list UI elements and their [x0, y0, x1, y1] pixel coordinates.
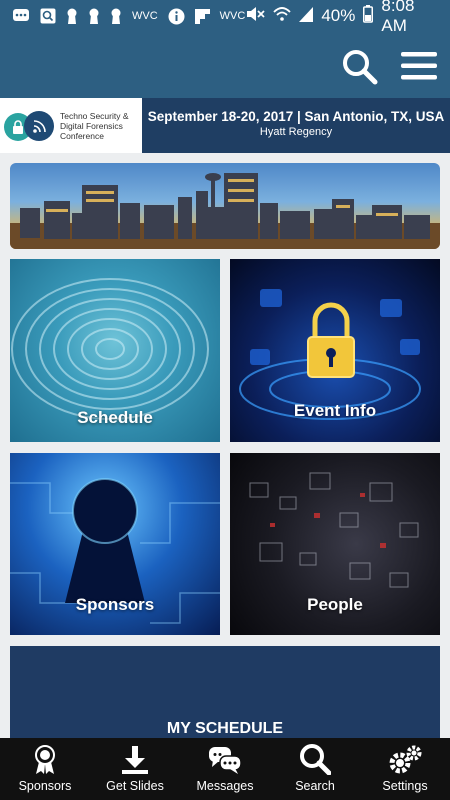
- event-info-tile[interactable]: Event Info: [230, 259, 440, 442]
- sponsors-label: Sponsors: [75, 595, 155, 614]
- people-label: People: [307, 595, 363, 614]
- keyhole-icon: [88, 8, 100, 24]
- info-icon: [168, 8, 185, 25]
- schedule-tile[interactable]: Schedule: [10, 259, 220, 442]
- schedule-label: Schedule: [77, 408, 153, 427]
- event-venue: Hyatt Regency: [259, 126, 333, 138]
- event-info-label: Event Info: [293, 401, 377, 420]
- conference-logo: Techno Security & Digital Forensics Conf…: [0, 98, 142, 153]
- logo-mark: [4, 109, 54, 143]
- nav-settings-label: Settings: [382, 779, 428, 793]
- nav-sponsors-label: Sponsors: [18, 779, 72, 793]
- notification-icons: WVC WVC: [12, 8, 245, 25]
- carrier-label: WVC: [219, 10, 246, 22]
- nav-messages[interactable]: Messages: [180, 738, 270, 800]
- my-schedule-title: MY SCHEDULE: [166, 720, 284, 737]
- people-tile[interactable]: People: [230, 453, 440, 635]
- mute-icon: [245, 5, 265, 28]
- bottom-navigation: Sponsors Get Slides Messages Search Sett…: [0, 738, 450, 800]
- nav-settings[interactable]: Settings: [360, 738, 450, 800]
- sponsors-tile[interactable]: Sponsors: [10, 453, 220, 635]
- search-icon: [300, 744, 331, 775]
- search-icon: [343, 50, 378, 85]
- nav-sponsors[interactable]: Sponsors: [0, 738, 90, 800]
- system-status: 40% 8:08 AM: [245, 0, 438, 36]
- logo-text: Techno Security & Digital Forensics Conf…: [60, 110, 129, 141]
- award-ribbon-icon: [35, 745, 55, 774]
- search-app-icon: [40, 8, 56, 24]
- nav-get-slides[interactable]: Get Slides: [90, 738, 180, 800]
- event-dates-location: September 18-20, 2017 | San Antonio, TX,…: [147, 109, 445, 124]
- download-icon: [122, 746, 148, 774]
- nav-get-slides-label: Get Slides: [106, 779, 164, 793]
- carrier-label: WVC: [132, 10, 158, 22]
- keyhole-icon: [66, 8, 78, 24]
- lock-icon: [13, 119, 23, 134]
- search-button[interactable]: [340, 47, 380, 87]
- hamburger-menu-icon: [401, 52, 437, 80]
- app-bar: [0, 32, 450, 98]
- nav-search-label: Search: [295, 779, 335, 793]
- conference-banner: Techno Security & Digital Forensics Conf…: [0, 98, 450, 153]
- signal-icon: [299, 6, 314, 27]
- gears-icon: [389, 745, 422, 774]
- skyline-illustration: [10, 173, 440, 249]
- wireless-icon: [33, 119, 46, 133]
- flipboard-icon: [194, 8, 210, 24]
- status-bar: WVC WVC 40% 8:08 AM: [0, 0, 450, 35]
- city-skyline-image: [10, 163, 440, 249]
- my-schedule-panel[interactable]: MY SCHEDULE: [10, 646, 440, 746]
- nav-search[interactable]: Search: [270, 738, 360, 800]
- keyhole-icon: [110, 8, 122, 24]
- wifi-icon: [273, 6, 291, 27]
- event-details: September 18-20, 2017 | San Antonio, TX,…: [142, 98, 450, 153]
- chat-icon: [12, 8, 30, 24]
- clock: 8:08 AM: [381, 0, 415, 35]
- nav-messages-label: Messages: [196, 779, 254, 793]
- battery-icon: [363, 4, 374, 28]
- menu-button[interactable]: [400, 49, 438, 83]
- battery-percent: 40%: [321, 6, 356, 25]
- chat-bubbles-icon: [209, 747, 242, 774]
